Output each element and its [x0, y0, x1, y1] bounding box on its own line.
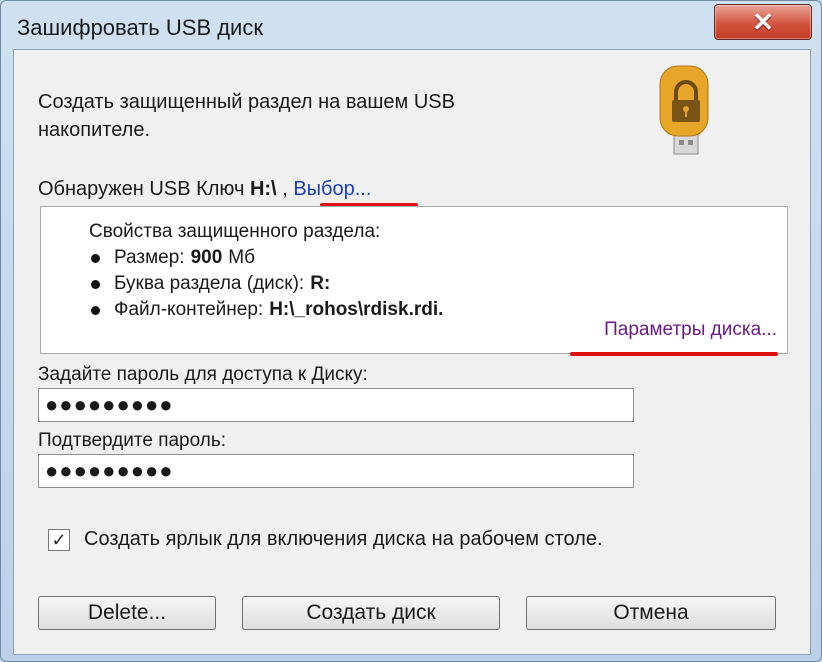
password-input[interactable]: ●●●●●●●●● — [38, 388, 634, 422]
drive-letter-value: R: — [310, 273, 331, 294]
detected-drive-letter: H:\ — [249, 178, 277, 200]
property-drive-letter: Буква раздела (диск): R: — [89, 271, 443, 297]
separator: , — [282, 178, 288, 200]
drive-letter-label: Буква раздела (диск): — [114, 273, 305, 294]
size-unit: Мб — [228, 247, 256, 268]
detected-key-row: Обнаружен USB Ключ H:\ , Выбор... — [38, 178, 371, 201]
bullet-icon — [91, 279, 100, 289]
detected-key-label: Обнаружен USB Ключ — [38, 178, 245, 200]
shortcut-checkbox[interactable]: ✓ — [48, 528, 70, 551]
intro-line-1: Создать защищенный раздел на вашем USB — [38, 91, 455, 113]
usb-drive-lock-icon — [654, 62, 714, 167]
size-label: Размер: — [114, 247, 185, 268]
choose-drive-link[interactable]: Выбор... — [293, 178, 371, 200]
confirm-password-label: Подтвердите пароль: — [38, 430, 227, 451]
shortcut-label: Создать ярлык для включения диска на раб… — [84, 528, 603, 550]
delete-button[interactable]: Delete... — [38, 596, 216, 630]
password-label: Задайте пароль для доступа к Диску: — [38, 364, 368, 385]
confirm-password-input[interactable]: ●●●●●●●●● — [38, 454, 634, 488]
checkbox-checked-icon: ✓ — [51, 529, 67, 550]
window-title: Зашифровать USB диск — [17, 15, 263, 40]
intro-line-2: накопителе. — [38, 119, 151, 141]
size-value: 900 — [190, 247, 223, 268]
bullet-icon — [91, 253, 100, 263]
property-size: Размер: 900 Мб — [89, 245, 443, 271]
property-container-file: Файл-контейнер: H:\_rohos\rdisk.rdi. — [89, 297, 443, 323]
bullet-icon — [91, 305, 100, 315]
intro-text: Создать защищенный раздел на вашем USB н… — [38, 88, 558, 144]
container-file-value: H:\_rohos\rdisk.rdi. — [269, 299, 444, 320]
dialog-window: Зашифровать USB диск ✕ Создать защищенны… — [0, 0, 822, 662]
close-button[interactable]: ✕ — [714, 4, 812, 40]
container-file-label: Файл-контейнер: — [114, 299, 264, 320]
cancel-button[interactable]: Отмена — [526, 596, 776, 630]
shortcut-option: ✓ Создать ярлык для включения диска на р… — [48, 528, 603, 551]
disk-parameters-link[interactable]: Параметры диска... — [604, 319, 777, 341]
properties-title: Свойства защищенного раздела: — [89, 221, 381, 242]
create-disk-button[interactable]: Создать диск — [242, 596, 500, 630]
close-icon: ✕ — [752, 7, 774, 37]
partition-properties-box: Свойства защищенного раздела: Размер: 90… — [40, 206, 788, 354]
params-link-highlight — [570, 352, 778, 356]
dialog-body: Создать защищенный раздел на вашем USB н… — [13, 49, 811, 655]
